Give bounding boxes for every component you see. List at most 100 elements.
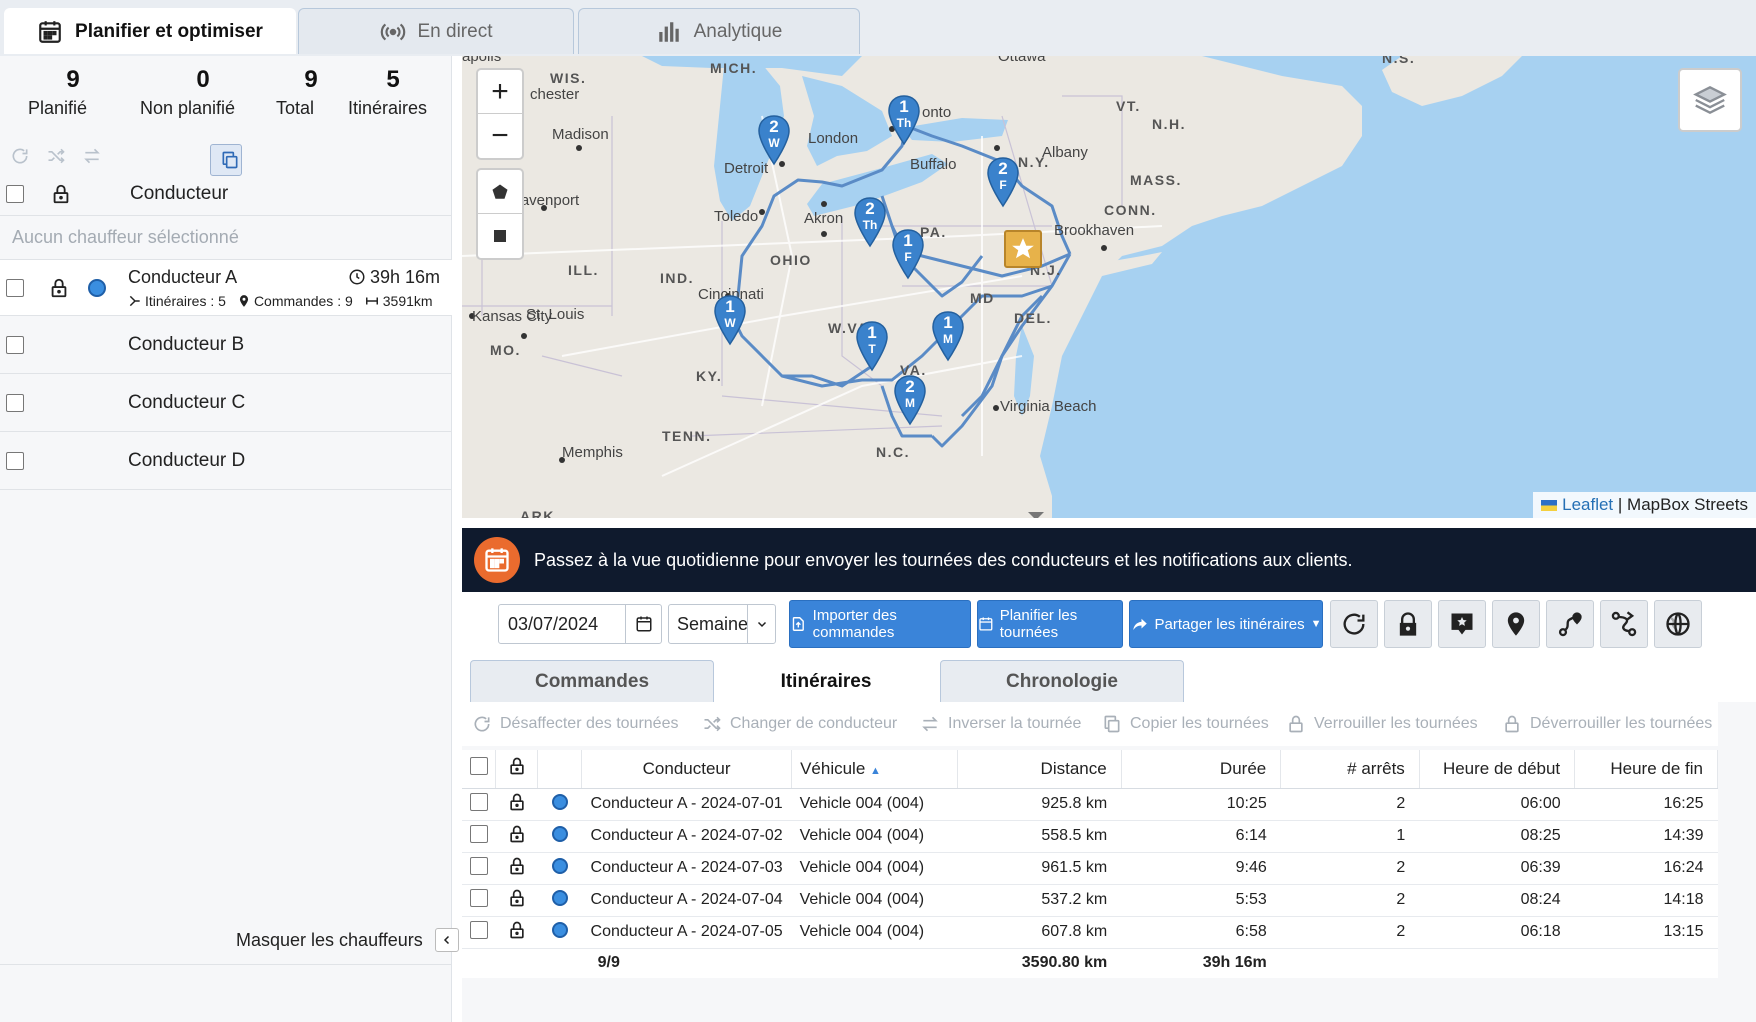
row-checkbox[interactable]	[469, 888, 488, 907]
shuffle-button[interactable]	[40, 140, 72, 172]
swap-button[interactable]	[76, 140, 108, 172]
row-cell	[537, 884, 582, 917]
routes-table: Conducteur Véhicule ▲ Distance Durée # a…	[462, 750, 1718, 978]
route-marker[interactable]: 1 Th	[886, 94, 922, 146]
column-header-vehicle[interactable]: Véhicule ▲	[791, 750, 958, 789]
map-canvas[interactable]	[462, 56, 1756, 518]
column-header-start[interactable]: Heure de début	[1419, 750, 1576, 789]
route-marker[interactable]: 1T	[854, 320, 890, 372]
change-driver-button[interactable]: Changer de conducteur	[702, 714, 897, 734]
unassign-routes-button[interactable]: Désaffecter des tournées	[472, 714, 678, 734]
marker-number: 2	[865, 199, 875, 218]
table-row[interactable]: Conducteur A - 2024-07-02 Vehicle 004 (00…	[462, 820, 1718, 853]
tab-analytics[interactable]: Analytique	[578, 8, 860, 54]
refresh-icon	[1343, 613, 1365, 635]
zoom-in-button[interactable]: +	[478, 70, 522, 114]
chevron-left-icon[interactable]	[434, 928, 459, 952]
tab-timeline[interactable]: Chronologie	[940, 660, 1184, 702]
leaflet-link[interactable]: Leaflet	[1562, 495, 1613, 514]
map-collapse-handle[interactable]	[1028, 512, 1044, 518]
routing-button[interactable]	[1600, 600, 1648, 648]
row-checkbox[interactable]	[469, 824, 488, 843]
driver-checkbox[interactable]	[6, 393, 24, 412]
table-footer-row: 9/9 3590.80 km 39h 16m	[462, 948, 1718, 978]
column-header-stops[interactable]: # arrêts	[1280, 750, 1420, 789]
layers-button[interactable]	[1678, 68, 1742, 132]
hide-drivers-toggle[interactable]: Masquer les chauffeurs	[236, 928, 459, 952]
reverse-route-button[interactable]: Inverser la tournée	[920, 714, 1081, 734]
route-marker[interactable]: 2M	[892, 374, 928, 426]
lock-icon[interactable]	[507, 792, 527, 812]
route-marker[interactable]: 1W	[712, 294, 748, 346]
row-checkbox[interactable]	[469, 920, 488, 939]
column-header-end[interactable]: Heure de fin	[1574, 750, 1718, 789]
driver-row-c[interactable]: Conducteur C	[0, 374, 452, 432]
route-marker[interactable]: 1F	[890, 228, 926, 280]
route-marker[interactable]: 1M	[930, 310, 966, 362]
lock-icon[interactable]	[507, 888, 527, 908]
cell-distance: 961.5 km	[957, 852, 1122, 885]
tab-routes[interactable]: Itinéraires	[716, 660, 936, 702]
row-checkbox[interactable]	[469, 856, 488, 875]
lock-icon[interactable]	[507, 824, 527, 844]
lock-routes-button[interactable]: Verrouiller les tournées	[1286, 714, 1478, 734]
location-pin-button[interactable]	[1492, 600, 1540, 648]
lock-icon[interactable]	[507, 856, 527, 876]
table-row[interactable]: Conducteur A - 2024-07-04 Vehicle 004 (00…	[462, 884, 1718, 917]
table-row[interactable]: Conducteur A - 2024-07-01 Vehicle 004 (00…	[462, 788, 1718, 821]
routes-actions-bar: Désaffecter des tournées Changer de cond…	[462, 702, 1718, 746]
attribution-separator: |	[1617, 495, 1623, 514]
driver-row-b[interactable]: Conducteur B	[0, 316, 452, 374]
period-select[interactable]: Semaine	[668, 604, 776, 644]
draw-polygon-button[interactable]	[478, 170, 522, 214]
route-marker[interactable]: 2 Th	[852, 196, 888, 248]
tab-plan-optimize[interactable]: Planifier et optimiser	[4, 8, 296, 54]
row-checkbox[interactable]	[469, 792, 488, 811]
route-pin-button[interactable]	[1546, 600, 1594, 648]
date-input[interactable]: 03/07/2024	[498, 604, 662, 644]
share-routes-button[interactable]: Partager les itinéraires ▼	[1129, 600, 1323, 648]
driver-checkbox[interactable]	[6, 278, 24, 297]
tab-orders[interactable]: Commandes	[470, 660, 714, 702]
refresh-button[interactable]	[4, 140, 36, 172]
calendar-icon	[979, 617, 993, 631]
table-row[interactable]: Conducteur A - 2024-07-03 Vehicle 004 (00…	[462, 852, 1718, 885]
stat-label: Itinéraires	[348, 98, 428, 118]
route-marker[interactable]: 2W	[756, 114, 792, 166]
driver-row-a[interactable]: Conducteur A 39h 16m Itinéraires : 5 Com…	[0, 260, 452, 316]
unlock-routes-button[interactable]: Déverrouiller les tournées	[1502, 714, 1712, 734]
upload-file-icon	[792, 617, 804, 631]
map-view[interactable]: MICH. WIS. ILL. IND. OHIO KY. TENN. MO. …	[462, 56, 1756, 518]
marker-day: F	[904, 250, 912, 264]
refresh-button[interactable]	[1330, 600, 1378, 648]
lock-icon[interactable]	[50, 183, 72, 205]
driver-row-d[interactable]: Conducteur D	[0, 432, 452, 490]
column-header-distance[interactable]: Distance	[957, 750, 1122, 789]
driver-checkbox[interactable]	[6, 335, 24, 354]
import-orders-button[interactable]: Importer des commandes	[789, 600, 971, 648]
tab-live[interactable]: En direct	[298, 8, 574, 54]
table-row[interactable]: Conducteur A - 2024-07-05 Vehicle 004 (00…	[462, 916, 1718, 949]
column-header-duration[interactable]: Durée	[1121, 750, 1282, 789]
column-header-driver[interactable]: Conducteur	[581, 750, 793, 789]
select-all-checkbox[interactable]	[469, 757, 488, 776]
comment-pin-button[interactable]	[1438, 600, 1486, 648]
marker-number: 1	[867, 323, 877, 342]
lock-icon	[1399, 612, 1417, 636]
lock-icon[interactable]	[48, 277, 70, 299]
route-marker[interactable]: 2F	[985, 156, 1021, 208]
depot-star-icon[interactable]	[1004, 230, 1042, 268]
plan-routes-button[interactable]: Planifier les tournées	[977, 600, 1123, 648]
stat-total: 9 Total	[276, 66, 346, 119]
calendar-icon[interactable]	[625, 605, 661, 643]
map-label-virginia-beach: Virginia Beach	[1000, 398, 1097, 415]
driver-checkbox[interactable]	[6, 451, 24, 470]
zoom-out-button[interactable]: −	[478, 114, 522, 158]
lock-icon[interactable]	[507, 920, 527, 940]
daily-view-banner: Passez à la vue quotidienne pour envoyer…	[462, 528, 1756, 592]
globe-button[interactable]	[1654, 600, 1702, 648]
copy-routes-button[interactable]: Copier les tournées	[1102, 714, 1269, 734]
lock-button[interactable]	[1384, 600, 1432, 648]
select-all-drivers-checkbox[interactable]	[6, 184, 24, 203]
draw-rectangle-button[interactable]	[478, 214, 522, 258]
